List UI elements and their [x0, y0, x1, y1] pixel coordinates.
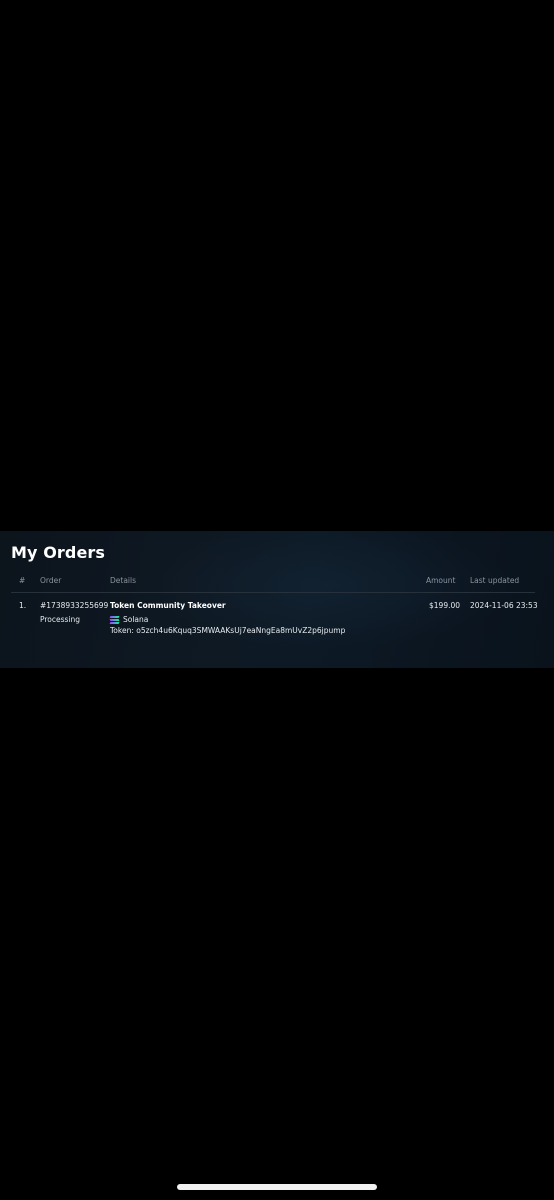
- column-header-number: #: [19, 576, 26, 585]
- home-indicator[interactable]: [177, 1184, 377, 1190]
- last-updated: 2024-11-06 23:53: [470, 601, 538, 610]
- order-amount: $199.00: [429, 601, 461, 610]
- chain-info: Solana: [109, 615, 149, 624]
- solana-icon: [109, 615, 120, 624]
- order-detail-title: Token Community Takeover: [110, 601, 226, 610]
- column-header-last-updated: Last updated: [470, 576, 520, 585]
- column-header-amount: Amount: [426, 576, 456, 585]
- order-id[interactable]: #1738933255699: [40, 601, 108, 610]
- screen: My Orders # Order Details Amount Last up…: [0, 0, 554, 1200]
- page-title: My Orders: [11, 543, 106, 562]
- chain-name: Solana: [123, 615, 149, 624]
- token-address: Token: o5zch4u6Kquq3SMWAAKsUj7eaNngEa8mU…: [110, 626, 346, 635]
- row-number: 1.: [19, 601, 27, 610]
- header-divider: [11, 592, 535, 593]
- column-header-order: Order: [40, 576, 62, 585]
- orders-panel: My Orders # Order Details Amount Last up…: [0, 531, 554, 668]
- column-header-details: Details: [110, 576, 137, 585]
- order-status: Processing: [40, 615, 81, 624]
